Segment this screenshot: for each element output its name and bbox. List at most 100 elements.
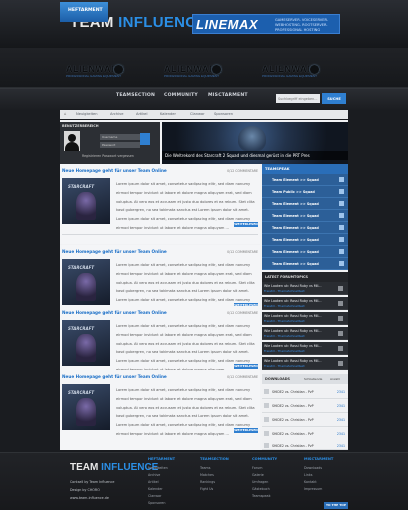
- footer-link[interactable]: Clanwar: [148, 494, 161, 498]
- alien-head-icon: [310, 65, 319, 74]
- home-icon[interactable]: ⌂: [64, 111, 67, 116]
- channel-icon: [339, 213, 344, 218]
- footer-column-head: TEAMSECTION: [200, 457, 229, 461]
- downloads-col-b[interactable]: Anzahl: [330, 377, 340, 381]
- footer-link[interactable]: Fight Us: [200, 487, 213, 491]
- banner-subtitle: GAMESERVER. VOICESERVER. WEBHOSTING. ROO…: [275, 18, 329, 32]
- footer-link[interactable]: Teamspeak: [252, 494, 270, 498]
- article-title[interactable]: Neue Homepage geht für unser Team Online: [62, 374, 167, 379]
- footer-link[interactable]: Umfragen: [252, 480, 268, 484]
- article-title[interactable]: Neue Homepage geht für unser Team Online: [62, 249, 167, 254]
- footer-link[interactable]: Artikel: [148, 480, 159, 484]
- sponsor-tagline: PROFESSIONAL GAMING EQUIPMENT: [262, 74, 317, 78]
- footer-link[interactable]: Downloads: [304, 466, 322, 470]
- alien-head-icon: [212, 65, 221, 74]
- teamspeak-channel[interactable]: Team Element >> Squad: [262, 198, 348, 210]
- article-title[interactable]: Neue Homepage geht für unser Team Online: [62, 310, 167, 315]
- footer-link[interactable]: Forum: [252, 466, 262, 470]
- teamspeak-channel[interactable]: Team Public >> Squad: [262, 186, 348, 198]
- footer-link[interactable]: Gästebuch: [252, 487, 270, 491]
- nav-label: HEFTARMENT: [68, 8, 103, 13]
- file-icon: [264, 431, 269, 436]
- footer-link[interactable]: Kontakt: [304, 480, 317, 484]
- footer-link[interactable]: Sponsoren: [148, 501, 165, 505]
- hero-caption[interactable]: Die Weltrekord des Starcraft 2 Squad und…: [162, 151, 348, 160]
- download-item[interactable]: SHIDE2 vs. Christian - PvP 2341: [262, 414, 348, 427]
- teamspeak-channel[interactable]: Team Element >> Squad: [262, 210, 348, 222]
- read-more-button[interactable]: WEITERLESEN: [234, 364, 258, 369]
- subnav-item[interactable]: Kalender: [160, 112, 176, 116]
- teamspeak-channel[interactable]: Team Element >> Squad: [262, 234, 348, 246]
- forum-topic[interactable]: Wie Looken uk: Rossi Ruby vs Mil... Freis…: [262, 297, 348, 310]
- article-title[interactable]: Neue Homepage geht für unser Team Online: [62, 168, 167, 173]
- forum-topic[interactable]: Wie Looken uk: Rossi Ruby vs Mil... Freis…: [262, 357, 348, 370]
- footer-link[interactable]: Impressum: [304, 487, 322, 491]
- nav-item-misctarment[interactable]: MISCTARMENT: [208, 93, 248, 98]
- footer-link[interactable]: Archive: [148, 473, 160, 477]
- login-button[interactable]: [140, 133, 150, 145]
- article-image[interactable]: STARCRAFT: [62, 320, 110, 366]
- footer-link[interactable]: Rankings: [200, 480, 215, 484]
- teamspeak-channel[interactable]: Team Element >> Squad: [262, 222, 348, 234]
- user-links[interactable]: Registrieren Passwort vergessen: [82, 154, 134, 158]
- search-button[interactable]: SUCHE: [322, 93, 346, 104]
- download-item[interactable]: SHIDE2 vs. Christian - PvP 2341: [262, 400, 348, 413]
- sponsor-logo[interactable]: ALIENWARE PROFESSIONAL GAMING EQUIPMENT: [66, 64, 125, 78]
- subnav-item[interactable]: Clanwar: [190, 112, 205, 116]
- channel-icon: [339, 225, 344, 230]
- subnav-item[interactable]: Neuigkeiten: [76, 112, 98, 116]
- user-panel-title: BENUTZERBEREICH: [62, 124, 99, 128]
- download-item[interactable]: SHIDE2 vs. Christian - PvP 2341: [262, 386, 348, 399]
- teamspeak-header: TEAMSPEAK: [262, 164, 348, 174]
- footer-link[interactable]: Galerie: [252, 473, 264, 477]
- main-nav: [0, 88, 408, 110]
- footer-link[interactable]: Matches: [200, 473, 214, 477]
- banner-brand: LINEMAX: [196, 17, 258, 32]
- footer-credit[interactable]: www.team-influence.de: [70, 496, 109, 500]
- article-comments[interactable]: 0/12 COMMENTARE: [227, 375, 258, 379]
- footer-link[interactable]: Kalender: [148, 487, 163, 491]
- footer-link[interactable]: Teams: [200, 466, 210, 470]
- channel-icon: [339, 261, 344, 266]
- forum-topic[interactable]: Wie Looken uk: Rossi Ruby vs Mil... Freis…: [262, 327, 348, 340]
- sponsor-banner[interactable]: LINEMAX GAMESERVER. VOICESERVER. WEBHOST…: [192, 14, 340, 34]
- downloads-title: DOWNLOADS: [265, 377, 290, 381]
- subnav-item[interactable]: Archive: [110, 112, 123, 116]
- downloads-header: DOWNLOADS Schließende Anzahl: [262, 374, 348, 384]
- forum-topic[interactable]: Wie Looken uk: Rossi Ruby vs Mil... Freis…: [262, 312, 348, 325]
- forum-topic[interactable]: Wie Looken uk: Rossi Ruby vs Mil... Freis…: [262, 342, 348, 355]
- password-field[interactable]: Passwort: [100, 142, 140, 148]
- article-image[interactable]: STARCRAFT: [62, 178, 110, 224]
- footer-logo[interactable]: TEAM INFLUENCE: [70, 462, 158, 473]
- footer-link[interactable]: Links: [304, 473, 312, 477]
- topic-icon: [338, 346, 343, 351]
- topic-icon: [338, 316, 343, 321]
- teamspeak-channel[interactable]: Team Element >> Squad: [262, 258, 348, 270]
- article-image[interactable]: STARCRAFT: [62, 384, 110, 430]
- forum-topic[interactable]: Wie Looken uk: Rossi Ruby vs Mil... Freis…: [262, 282, 348, 295]
- back-to-top-button[interactable]: TO THE TOP: [324, 502, 348, 509]
- username-field[interactable]: Username: [100, 134, 140, 140]
- hero-image: [238, 126, 266, 152]
- nav-item-teamsection[interactable]: TEAMSECTION: [116, 93, 155, 98]
- file-icon: [264, 417, 269, 422]
- nav-item-heftarment[interactable]: HEFTARMENT: [60, 2, 108, 22]
- sponsor-logo[interactable]: ALIENWARE PROFESSIONAL GAMING EQUIPMENT: [262, 64, 321, 78]
- read-more-button[interactable]: WEITERLESEN: [234, 428, 258, 433]
- nav-item-community[interactable]: COMMUNITY: [164, 93, 198, 98]
- teamspeak-channel[interactable]: Team Element >> Squad: [262, 174, 348, 186]
- footer-link[interactable]: Neuigkeiten: [148, 466, 168, 470]
- article-comments[interactable]: 0/12 COMMENTARE: [227, 311, 258, 315]
- read-more-button[interactable]: WEITERLESEN: [234, 222, 258, 227]
- article-comments[interactable]: 0/12 COMMENTARE: [227, 250, 258, 254]
- teamspeak-channel[interactable]: Team Element >> Squad: [262, 246, 348, 258]
- downloads-col-a[interactable]: Schließende: [304, 377, 322, 381]
- subnav-item[interactable]: Sponsoren: [214, 112, 233, 116]
- forum-header: LATEST FORUMTOPICS: [262, 272, 348, 282]
- article-comments[interactable]: 0/12 COMMENTARE: [227, 169, 258, 173]
- article-image[interactable]: STARCRAFT: [62, 259, 110, 305]
- download-item[interactable]: SHIDE2 vs. Christian - PvP 2341: [262, 440, 348, 450]
- sponsor-logo[interactable]: ALIENWARE PROFESSIONAL GAMING EQUIPMENT: [164, 64, 223, 78]
- search-input[interactable]: [276, 94, 320, 103]
- subnav-item[interactable]: Artikel: [136, 112, 148, 116]
